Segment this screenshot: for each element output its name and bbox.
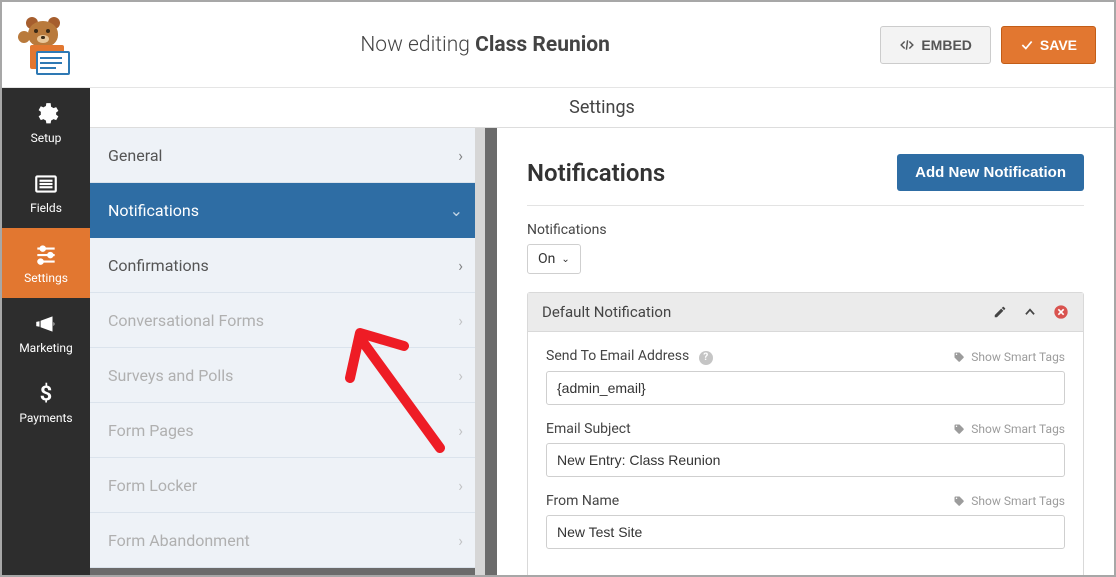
nav-label: Fields [30,201,62,215]
gear-icon [33,101,59,127]
scrollbar[interactable] [475,128,485,575]
chevron-right-icon: › [458,311,463,330]
chevron-right-icon: › [458,146,463,165]
menu-label: Confirmations [108,256,209,275]
help-icon[interactable]: ? [699,351,713,365]
nav-item-settings[interactable]: Settings [2,228,90,298]
form-row-send-to: Send To Email Address ? Show Smart Tags [546,348,1065,405]
left-nav: Setup Fields Settings Marketing $ Paymen… [2,88,90,575]
sliders-icon [33,241,59,267]
chevron-down-icon: ⌄ [561,254,569,265]
settings-submenu: General › Notifications ⌄ Confirmations … [90,128,485,575]
field-label: From Name [546,493,619,509]
chevron-down-icon: ⌄ [450,201,463,220]
settings-menu-notifications[interactable]: Notifications ⌄ [90,183,485,238]
tag-icon [953,351,965,363]
menu-label: General [108,146,162,165]
field-label: Send To Email Address ? [546,348,713,365]
nav-label: Marketing [19,341,73,355]
settings-menu-general[interactable]: General › [90,128,485,183]
chevron-right-icon: › [458,421,463,440]
chevron-right-icon: › [458,366,463,385]
embed-label: EMBED [921,37,972,53]
menu-label: Notifications [108,201,199,220]
show-smart-tags[interactable]: Show Smart Tags [953,422,1065,436]
settings-menu-surveys-polls[interactable]: Surveys and Polls › [90,348,485,403]
notification-card: Default Notification [527,292,1084,575]
settings-menu-conversational-forms[interactable]: Conversational Forms › [90,293,485,348]
nav-label: Payments [19,411,72,425]
form-name: Class Reunion [475,33,610,57]
content-area: Settings General › Notifications ⌄ Confi… [90,88,1114,575]
editing-indicator: Now editing Class Reunion [90,33,880,57]
check-icon [1020,38,1034,52]
nav-item-payments[interactable]: $ Payments [2,368,90,438]
notifications-toggle-label: Notifications [527,222,1084,238]
dollar-icon: $ [33,381,59,407]
nav-label: Setup [31,131,62,145]
divider [527,205,1084,206]
tag-icon [953,495,965,507]
form-row-email-subject: Email Subject Show Smart Tags [546,421,1065,477]
settings-header: Settings [90,88,1114,128]
menu-label: Surveys and Polls [108,366,233,385]
chevron-right-icon: › [458,256,463,275]
menu-label: Form Abandonment [108,531,250,550]
show-smart-tags[interactable]: Show Smart Tags [953,494,1065,508]
pencil-icon[interactable] [993,305,1007,319]
notifications-toggle[interactable]: On ⌄ [527,244,581,274]
settings-menu-form-pages[interactable]: Form Pages › [90,403,485,458]
nav-item-setup[interactable]: Setup [2,88,90,158]
main-area: Setup Fields Settings Marketing $ Paymen… [2,88,1114,575]
nav-label: Settings [24,271,68,285]
brand-logo [20,15,80,75]
content-body: General › Notifications ⌄ Confirmations … [90,128,1114,575]
settings-panel: Notifications Add New Notification Notif… [485,128,1114,575]
save-button[interactable]: SAVE [1001,26,1096,64]
tag-icon [953,423,965,435]
svg-text:$: $ [40,382,52,407]
bullhorn-icon [33,311,59,337]
save-label: SAVE [1040,37,1077,53]
close-icon[interactable] [1053,304,1069,320]
field-label: Email Subject [546,421,631,437]
menu-label: Conversational Forms [108,311,264,330]
settings-menu-form-locker[interactable]: Form Locker › [90,458,485,513]
code-icon [899,38,915,52]
from-name-input[interactable] [546,515,1065,549]
email-subject-input[interactable] [546,443,1065,477]
menu-label: Form Locker [108,476,197,495]
toggle-value: On [538,251,555,267]
show-smart-tags[interactable]: Show Smart Tags [953,350,1065,364]
add-notification-button[interactable]: Add New Notification [897,154,1084,191]
send-to-email-input[interactable] [546,371,1065,405]
chevron-right-icon: › [458,476,463,495]
embed-button[interactable]: EMBED [880,26,991,64]
notification-card-title: Default Notification [542,303,671,321]
nav-item-marketing[interactable]: Marketing [2,298,90,368]
top-bar: Now editing Class Reunion EMBED SAVE [2,2,1114,88]
form-row-from-name: From Name Show Smart Tags [546,493,1065,549]
settings-menu-form-abandonment[interactable]: Form Abandonment › [90,513,485,568]
nav-item-fields[interactable]: Fields [2,158,90,228]
settings-menu-confirmations[interactable]: Confirmations › [90,238,485,293]
chevron-right-icon: › [458,531,463,550]
panel-title: Notifications [527,159,665,187]
list-icon [33,171,59,197]
chevron-up-icon[interactable] [1023,305,1037,319]
notification-card-body: Send To Email Address ? Show Smart Tags [528,332,1083,575]
notification-card-header: Default Notification [528,293,1083,332]
now-editing-prefix: Now editing [360,33,475,57]
menu-label: Form Pages [108,421,194,440]
